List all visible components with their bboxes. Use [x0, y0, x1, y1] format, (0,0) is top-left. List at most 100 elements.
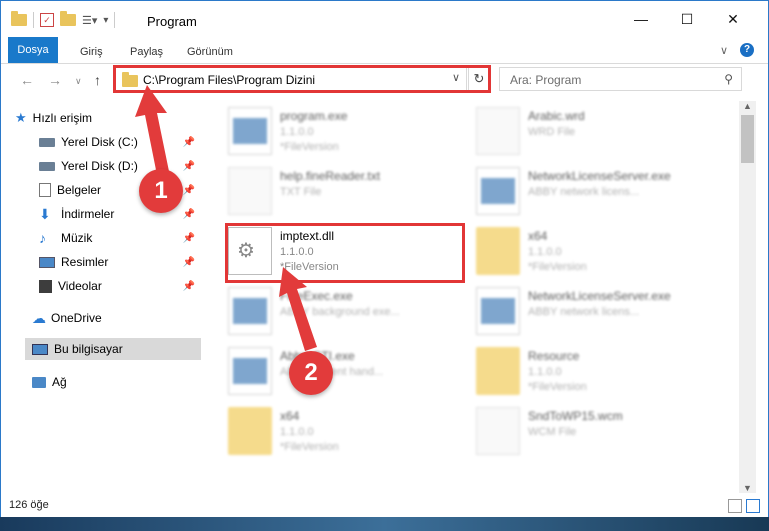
- scrollbar-thumb[interactable]: [741, 115, 754, 163]
- music-icon: ♪: [39, 230, 46, 246]
- search-icon: ⚲: [724, 72, 733, 86]
- file-item[interactable]: NetworkLicenseServer.exe ABBY network li…: [476, 165, 726, 221]
- explorer-window: ✓ ☰▾ ▾ Program — ☐ ✕ Dosya Giriş Paylaş …: [0, 0, 769, 520]
- sidebar-item-label: Resimler: [61, 255, 109, 269]
- search-placeholder: Ara: Program: [510, 73, 582, 87]
- file-name: Arabic.wrd: [528, 109, 585, 123]
- file-detail: 1.1.0.0: [280, 426, 314, 438]
- file-name: x64: [280, 409, 300, 423]
- maximize-button[interactable]: ☐: [664, 1, 710, 37]
- file-item[interactable]: help.fineReader.txt TXT File: [228, 165, 478, 221]
- arrow-shape: [279, 267, 317, 351]
- file-name: program.exe: [280, 109, 348, 123]
- pin-icon[interactable]: 📌: [183, 233, 195, 244]
- computer-icon: [32, 343, 48, 355]
- star-icon: ★: [15, 110, 27, 125]
- sidebar-item-label: Müzik: [61, 231, 93, 245]
- sidebar-item-network[interactable]: Ağ: [32, 371, 201, 393]
- pin-icon[interactable]: 📌: [183, 209, 195, 220]
- file-item[interactable]: Resource 1.1.0.0 *FileVersion: [476, 345, 726, 401]
- network-icon: [32, 376, 46, 388]
- text-file-icon: [476, 407, 520, 455]
- back-arrow-icon[interactable]: ←: [20, 72, 34, 88]
- up-arrow-icon[interactable]: ↑: [94, 72, 101, 88]
- desktop-background: [0, 517, 769, 531]
- file-name: NetworkLicenseServer.exe: [528, 169, 671, 183]
- file-item[interactable]: program.exe 1.1.0.0 *FileVersion: [228, 105, 478, 161]
- ribbon-controls: ∨ ?: [720, 43, 754, 57]
- tab-view[interactable]: Görünüm: [187, 41, 233, 63]
- file-name: Resource: [528, 349, 580, 363]
- tab-share[interactable]: Paylaş: [130, 41, 163, 63]
- file-detail: ABBY network licens...: [528, 306, 640, 318]
- expand-ribbon-icon[interactable]: ∨: [720, 44, 728, 57]
- file-detail: *FileVersion: [528, 261, 587, 273]
- sidebar-item-videos[interactable]: Videolar 📌: [39, 275, 201, 297]
- sidebar-item-music[interactable]: ♪ Müzik 📌: [39, 227, 201, 249]
- text-file-icon: [228, 167, 272, 215]
- file-detail: WRD File: [528, 126, 576, 138]
- view-icon[interactable]: ☰▾: [82, 14, 97, 27]
- minimize-button[interactable]: —: [618, 1, 664, 37]
- help-icon[interactable]: ?: [740, 43, 754, 57]
- pin-icon[interactable]: 📌: [183, 281, 195, 292]
- vertical-scrollbar[interactable]: ▲ ▼: [739, 101, 756, 493]
- file-detail: *FileVersion: [528, 381, 587, 393]
- file-detail: 1.1.0.0: [528, 246, 562, 258]
- download-icon: ⬇: [39, 205, 51, 222]
- file-item[interactable]: NetworkLicenseServer.exe ABBY network li…: [476, 285, 726, 341]
- folder-icon: [476, 347, 520, 395]
- exe-file-icon: [228, 287, 272, 335]
- forward-arrow-icon[interactable]: →: [48, 72, 62, 88]
- view-toggle: [728, 499, 760, 513]
- cloud-icon: ☁: [32, 309, 46, 326]
- file-item[interactable]: Arabic.wrd WRD File: [476, 105, 726, 161]
- file-item[interactable]: SndToWP15.wcm WCM File: [476, 405, 726, 461]
- sidebar-item-label: Hızlı erişim: [32, 111, 92, 125]
- ribbon-tabs: Dosya Giriş Paylaş Görünüm ∨ ?: [1, 37, 768, 64]
- sidebar-item-label: İndirmeler: [61, 207, 115, 221]
- file-item[interactable]: FineExec.exe ABBY background exe...: [228, 285, 478, 341]
- properties-icon[interactable]: ✓: [40, 13, 54, 27]
- folder-icon: [228, 407, 272, 455]
- text-file-icon: [476, 107, 520, 155]
- scroll-up-icon[interactable]: ▲: [743, 101, 752, 111]
- documents-icon: [39, 183, 51, 197]
- sidebar-item-label: Bu bilgisayar: [54, 342, 123, 356]
- recent-locations-icon[interactable]: ∨: [75, 76, 82, 87]
- sidebar-item-label: OneDrive: [51, 311, 102, 325]
- new-folder-icon[interactable]: [60, 11, 76, 26]
- callout-arrow-2: [279, 267, 317, 351]
- sidebar-item-pictures[interactable]: Resimler 📌: [39, 251, 201, 273]
- toolbar-separator: [114, 12, 116, 28]
- navigation-bar: ← → ∨ ↑ C:\Program Files\Program Dizini …: [1, 64, 768, 96]
- window-title: Program: [147, 14, 197, 29]
- file-detail: *FileVersion: [280, 441, 339, 453]
- details-view-icon[interactable]: [728, 499, 742, 513]
- file-highlight-box: [225, 223, 465, 283]
- tab-home[interactable]: Giriş: [80, 41, 103, 63]
- file-item[interactable]: x64 1.1.0.0 *FileVersion: [228, 405, 478, 461]
- folder-icon: [11, 11, 27, 26]
- scroll-down-icon[interactable]: ▼: [743, 483, 752, 493]
- search-input[interactable]: Ara: Program ⚲: [499, 67, 742, 91]
- file-detail: TXT File: [280, 186, 322, 198]
- callout-badge-1: 1: [139, 169, 183, 213]
- file-item[interactable]: x64 1.1.0.0 *FileVersion: [476, 225, 726, 281]
- file-item[interactable]: AbbyySTI.exe ABBYY event hand...: [228, 345, 478, 401]
- file-name: x64: [528, 229, 548, 243]
- sidebar-item-label: Ağ: [52, 375, 67, 389]
- customize-toolbar-icon[interactable]: ▾: [103, 15, 108, 26]
- tab-file[interactable]: Dosya: [8, 37, 58, 63]
- close-button[interactable]: ✕: [710, 1, 756, 37]
- sidebar-item-this-pc[interactable]: Bu bilgisayar: [25, 338, 201, 360]
- status-bar: 126 öğe: [1, 495, 768, 519]
- sidebar-item-onedrive[interactable]: ☁ OneDrive: [32, 307, 201, 329]
- file-name: help.fineReader.txt: [280, 169, 381, 183]
- pin-icon[interactable]: 📌: [183, 257, 195, 268]
- large-icons-view-icon[interactable]: [746, 499, 760, 513]
- sidebar-item-label: Belgeler: [57, 183, 102, 197]
- toolbar-separator: [33, 12, 34, 28]
- callout-badge-2: 2: [289, 351, 333, 395]
- file-detail: 1.1.0.0: [528, 366, 562, 378]
